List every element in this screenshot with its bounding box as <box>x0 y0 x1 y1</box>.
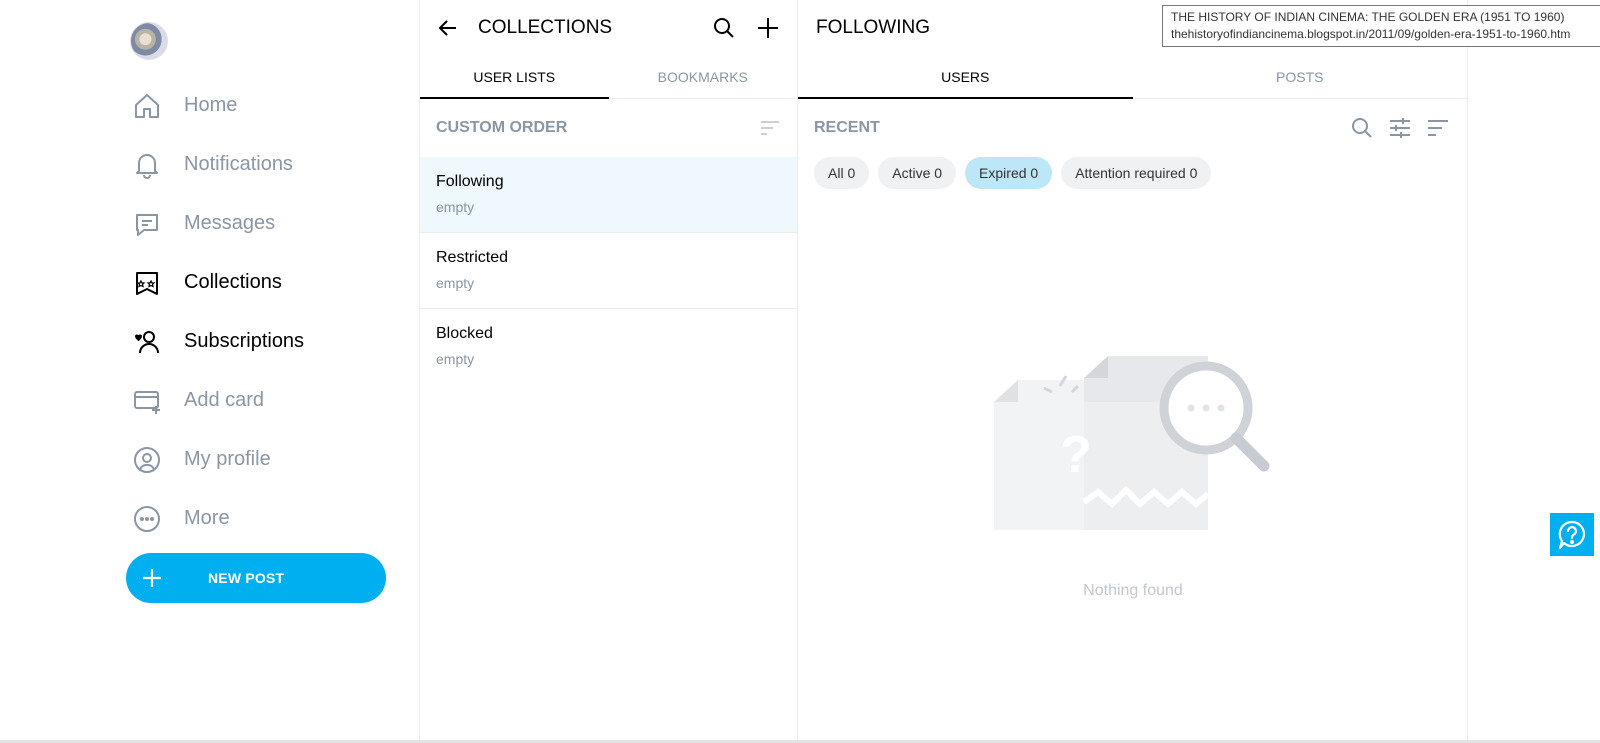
help-icon <box>1558 520 1586 549</box>
list-status: empty <box>436 275 475 291</box>
collections-header: COLLECTIONS <box>420 0 797 56</box>
help-button[interactable] <box>1550 513 1594 556</box>
following-tabs: USERS POSTS <box>798 56 1467 99</box>
sidebar-item-label: Add card <box>184 389 265 411</box>
filter-chip-attention-required[interactable]: Attention required 0 <box>1061 157 1212 189</box>
sidebar-item-notifications[interactable]: Notifications <box>130 135 304 194</box>
filter-chip-expired[interactable]: Expired 0 <box>965 157 1053 189</box>
sidebar-item-label: More <box>184 507 230 529</box>
search-icon[interactable] <box>1349 115 1375 141</box>
sidebar: Home Notifications Messages Collections … <box>0 0 420 743</box>
filter-chip-active[interactable]: Active 0 <box>878 157 957 189</box>
sidebar-item-label: Collections <box>184 271 282 293</box>
sidebar-item-label: Messages <box>184 212 276 234</box>
new-post-label: NEW POST <box>208 570 285 586</box>
following-title: FOLLOWING <box>816 17 931 38</box>
sidebar-item-label: My profile <box>184 448 271 470</box>
svg-text:?: ? <box>1060 426 1092 484</box>
sidebar-item-messages[interactable]: Messages <box>130 194 304 253</box>
list-status: empty <box>436 199 475 215</box>
home-icon <box>130 89 164 123</box>
list-name: Following <box>436 173 504 190</box>
collections-panel: COLLECTIONS USER LISTS BOOKMARKS CUSTOM … <box>420 0 798 743</box>
profile-icon <box>130 443 164 477</box>
sort-icon[interactable] <box>1425 115 1451 141</box>
list-name: Restricted <box>436 249 509 266</box>
subscriptions-icon <box>130 325 164 359</box>
new-post-button[interactable]: NEW POST <box>126 553 386 603</box>
tab-posts[interactable]: POSTS <box>1133 56 1468 98</box>
empty-state-illustration: ? <box>994 356 1270 530</box>
collections-tabs: USER LISTS BOOKMARKS <box>420 56 797 99</box>
tooltip-url: thehistoryofindiancinema.blogspot.in/201… <box>1171 27 1571 41</box>
filter-settings-icon[interactable] <box>1387 115 1413 141</box>
list-item[interactable]: Following empty <box>420 157 797 233</box>
filter-chip-all[interactable]: All 0 <box>814 157 870 189</box>
following-panel: FOLLOWING USERS POSTS RECENT All 0 Activ… <box>798 0 1468 743</box>
add-card-icon <box>130 384 164 418</box>
sidebar-item-label: Subscriptions <box>184 330 305 352</box>
page-title: COLLECTIONS <box>478 17 613 38</box>
tab-bookmarks[interactable]: BOOKMARKS <box>609 56 798 98</box>
sidebar-item-label: Notifications <box>184 153 293 175</box>
avatar[interactable] <box>130 22 168 60</box>
list-item[interactable]: Restricted empty <box>420 233 797 309</box>
sidebar-item-collections[interactable]: Collections <box>130 253 304 312</box>
sidebar-nav: Home Notifications Messages Collections … <box>130 76 304 548</box>
back-arrow-icon[interactable] <box>436 16 460 40</box>
list-item[interactable]: Blocked empty <box>420 309 797 385</box>
sidebar-item-home[interactable]: Home <box>130 76 304 135</box>
sidebar-item-more[interactable]: More <box>130 489 304 548</box>
empty-message: Nothing found <box>1083 582 1183 599</box>
sort-icon[interactable] <box>759 117 781 139</box>
tab-users[interactable]: USERS <box>798 56 1133 99</box>
sort-bar: CUSTOM ORDER <box>420 99 797 157</box>
tab-user-lists[interactable]: USER LISTS <box>420 56 609 99</box>
plus-icon <box>140 566 164 590</box>
tooltip-title: THE HISTORY OF INDIAN CINEMA: THE GOLDEN… <box>1171 10 1565 24</box>
link-tooltip: THE HISTORY OF INDIAN CINEMA: THE GOLDEN… <box>1162 5 1600 47</box>
search-icon[interactable] <box>711 15 737 41</box>
collections-icon <box>130 266 164 300</box>
filter-bar: RECENT <box>798 99 1467 157</box>
sidebar-item-my-profile[interactable]: My profile <box>130 430 304 489</box>
section-label: RECENT <box>814 119 880 136</box>
filter-chips: All 0 Active 0 Expired 0 Attention requi… <box>798 157 1467 189</box>
sidebar-item-add-card[interactable]: Add card <box>130 371 304 430</box>
more-icon <box>130 502 164 536</box>
bell-icon <box>130 148 164 182</box>
add-icon[interactable] <box>755 15 781 41</box>
sidebar-item-label: Home <box>184 94 238 116</box>
sort-label: CUSTOM ORDER <box>436 119 568 136</box>
message-icon <box>130 207 164 241</box>
list-status: empty <box>436 351 475 367</box>
list-name: Blocked <box>436 325 493 342</box>
sidebar-item-subscriptions[interactable]: Subscriptions <box>130 312 304 371</box>
